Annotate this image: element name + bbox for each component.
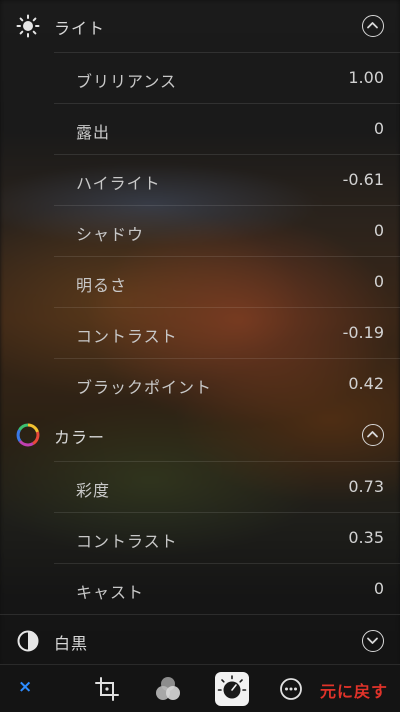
row-value: 0.35: [348, 528, 384, 547]
adjustments-panel: ライト ブリリアンス 1.00 露出 0 ハイライト -0.61 シャドウ 0 …: [0, 0, 400, 660]
section-header-light[interactable]: ライト: [0, 0, 400, 52]
section-header-color[interactable]: カラー: [0, 409, 400, 461]
row-value: 0: [373, 579, 384, 598]
row-label: コントラスト: [76, 532, 178, 551]
row-label: キャスト: [76, 583, 145, 602]
half-circle-icon: [16, 629, 40, 653]
row-label: 彩度: [76, 481, 111, 500]
row-label: 露出: [76, 123, 111, 142]
row-value: 0: [373, 221, 384, 240]
adjust-row-cast[interactable]: キャスト 0: [54, 563, 400, 615]
filters-icon[interactable]: [153, 674, 183, 704]
row-value: 0: [373, 119, 384, 138]
adjust-row-color-contrast[interactable]: コントラスト 0.35: [54, 512, 400, 564]
row-label: ハイライト: [76, 174, 161, 193]
section-title-bw: 白黒: [54, 634, 89, 653]
adjust-row-contrast[interactable]: コントラスト -0.19: [54, 307, 400, 359]
adjust-dial-icon[interactable]: [215, 672, 249, 706]
row-label: シャドウ: [76, 225, 145, 244]
revert-button[interactable]: 元に戻す: [320, 678, 388, 702]
adjust-row-brightness[interactable]: 明るさ 0: [54, 256, 400, 308]
bottom-toolbar: × 元に戻す: [0, 664, 400, 712]
adjust-row-exposure[interactable]: 露出 0: [54, 103, 400, 155]
section-title-color: カラー: [54, 428, 106, 447]
crop-icon[interactable]: [92, 674, 122, 704]
row-label: ブラックポイント: [76, 378, 213, 397]
more-icon[interactable]: [276, 674, 306, 704]
row-value: 0.42: [348, 374, 384, 393]
adjust-row-highlights[interactable]: ハイライト -0.61: [54, 154, 400, 206]
row-value: 1.00: [348, 68, 384, 87]
chevron-down-icon[interactable]: [362, 630, 384, 652]
section-header-bw[interactable]: 白黒: [0, 614, 400, 667]
cancel-button[interactable]: ×: [18, 677, 32, 697]
chevron-up-icon[interactable]: [362, 15, 384, 37]
adjust-row-saturation[interactable]: 彩度 0.73: [54, 461, 400, 513]
row-value: 0: [373, 272, 384, 291]
row-label: ブリリアンス: [76, 72, 178, 91]
adjust-row-black-point[interactable]: ブラックポイント 0.42: [54, 358, 400, 410]
row-label: 明るさ: [76, 276, 128, 295]
row-value: 0.73: [348, 477, 384, 496]
row-value: -0.61: [342, 170, 384, 189]
row-value: -0.19: [342, 323, 384, 342]
sun-icon: [16, 14, 40, 38]
section-title-light: ライト: [54, 19, 106, 38]
row-label: コントラスト: [76, 327, 178, 346]
adjust-row-brilliance[interactable]: ブリリアンス 1.00: [54, 52, 400, 104]
color-wheel-icon: [16, 423, 40, 447]
chevron-up-icon[interactable]: [362, 424, 384, 446]
adjust-row-shadows[interactable]: シャドウ 0: [54, 205, 400, 257]
